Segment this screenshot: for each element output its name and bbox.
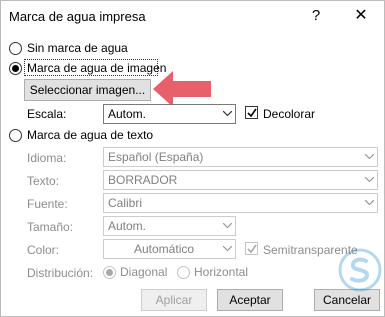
chevron-down-icon xyxy=(360,148,377,166)
layout-label: Distribución: xyxy=(27,266,94,280)
language-label: Idioma: xyxy=(27,151,67,165)
semitransparent-checkbox[interactable] xyxy=(245,242,258,255)
text-watermark-radio[interactable] xyxy=(9,129,22,142)
text-watermark-label: Marca de agua de texto xyxy=(27,128,154,142)
apply-button[interactable]: Aplicar xyxy=(141,289,207,311)
diagonal-label: Diagonal xyxy=(120,265,168,279)
language-value: Español (España) xyxy=(108,150,204,164)
dialog-title: Marca de agua impresa xyxy=(9,9,146,24)
scale-combo[interactable]: Autom. xyxy=(103,104,236,124)
title-bar: Marca de agua impresa ? ✕ xyxy=(1,1,384,31)
language-combo[interactable]: Español (España) xyxy=(103,147,378,167)
chevron-down-icon xyxy=(360,171,377,189)
image-watermark-label: Marca de agua de imagen xyxy=(27,61,167,75)
scale-value: Autom. xyxy=(108,107,147,121)
washout-checkbox[interactable] xyxy=(245,106,258,119)
chevron-down-icon xyxy=(218,105,235,123)
print-watermark-dialog: Marca de agua impresa ? ✕ Sin marca de a… xyxy=(0,0,385,317)
close-button[interactable]: ✕ xyxy=(349,5,373,27)
scale-label: Escala: xyxy=(27,107,67,121)
chevron-down-icon xyxy=(218,217,235,235)
checkmark-icon xyxy=(247,244,257,254)
washout-label: Decolorar xyxy=(263,107,316,121)
horizontal-radio[interactable] xyxy=(177,266,190,279)
color-combo[interactable]: Automático xyxy=(103,239,236,259)
text-label: Texto: xyxy=(27,174,60,188)
font-value: Calibri xyxy=(108,196,143,210)
size-label: Tamaño: xyxy=(27,220,74,234)
font-combo[interactable]: Calibri xyxy=(103,193,378,213)
text-value: BORRADOR xyxy=(108,173,178,187)
select-image-button[interactable]: Seleccionar imagen... xyxy=(24,79,151,101)
help-button[interactable]: ? xyxy=(304,5,328,27)
color-value: Automático xyxy=(134,242,195,256)
text-combo[interactable]: BORRADOR xyxy=(103,170,378,190)
cancel-button[interactable]: Cancelar xyxy=(314,289,380,311)
image-watermark-radio[interactable] xyxy=(9,62,22,75)
size-value: Autom. xyxy=(108,219,147,233)
no-watermark-label: Sin marca de agua xyxy=(27,41,128,55)
horizontal-label: Horizontal xyxy=(194,265,249,279)
accept-button[interactable]: Aceptar xyxy=(217,289,283,311)
size-combo[interactable]: Autom. xyxy=(103,216,236,236)
chevron-down-icon xyxy=(360,194,377,212)
site-logo-icon xyxy=(338,248,382,292)
diagonal-radio[interactable] xyxy=(103,266,116,279)
checkmark-icon xyxy=(247,108,257,118)
font-label: Fuente: xyxy=(27,197,68,211)
color-label: Color: xyxy=(27,243,60,257)
no-watermark-radio[interactable] xyxy=(9,42,22,55)
chevron-down-icon xyxy=(218,240,235,258)
arrow-pointer-icon xyxy=(153,71,211,107)
